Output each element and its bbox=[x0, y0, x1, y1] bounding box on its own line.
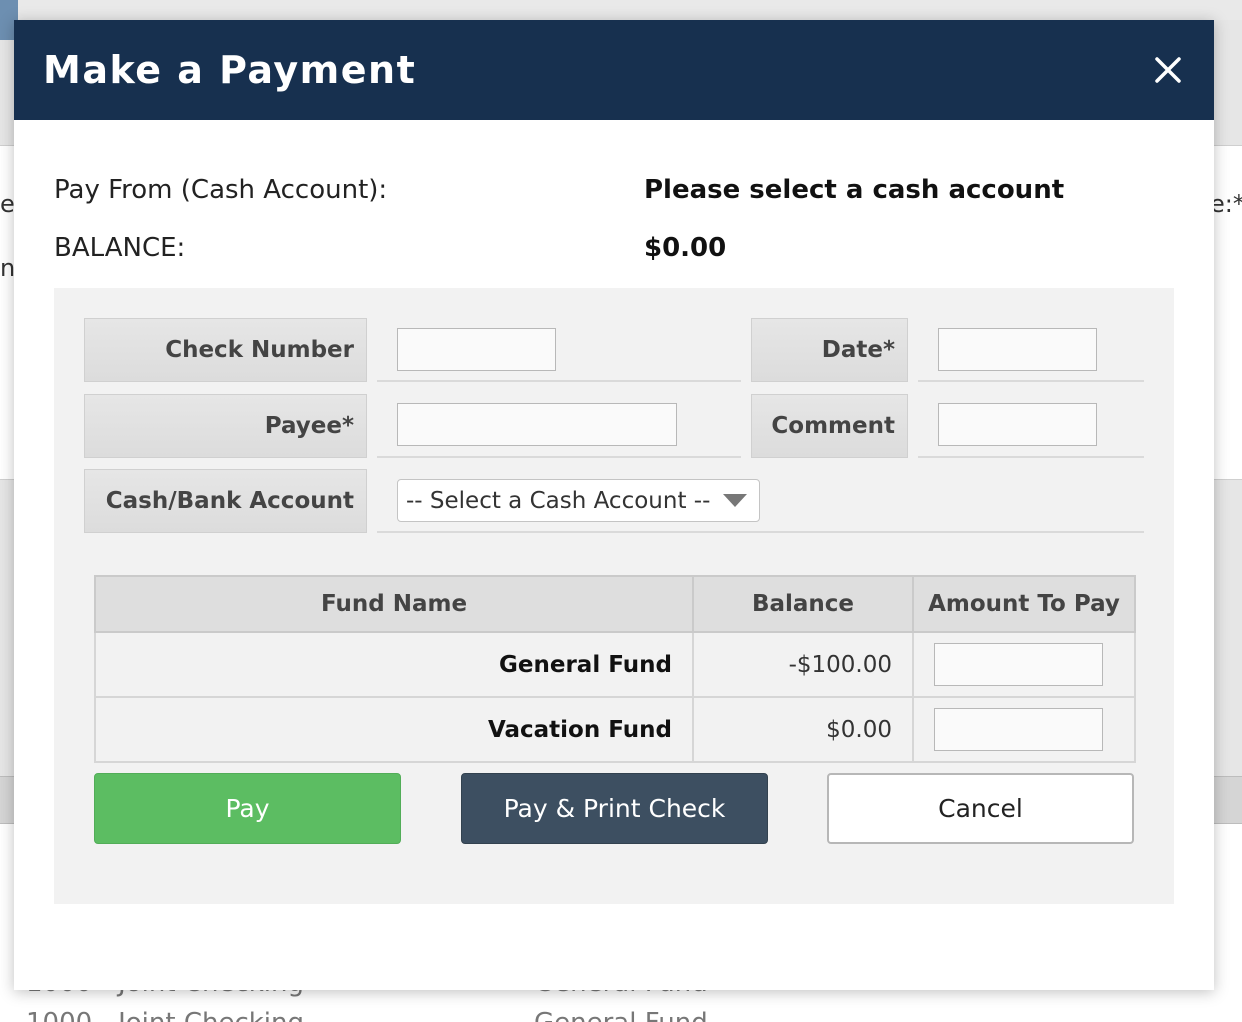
column-header-fund-name: Fund Name bbox=[94, 575, 694, 633]
chevron-down-icon bbox=[723, 494, 747, 507]
date-cell bbox=[918, 318, 1144, 382]
table-header-row: Fund Name Balance Amount To Pay bbox=[94, 575, 1136, 633]
cash-account-select[interactable]: -- Select a Cash Account -- bbox=[397, 479, 760, 522]
fund-name-cell: Vacation Fund bbox=[94, 696, 694, 763]
make-payment-dialog: Make a Payment Pay From (Cash Account): … bbox=[14, 20, 1214, 990]
dialog-header: Make a Payment bbox=[14, 20, 1214, 120]
column-header-amount-to-pay: Amount To Pay bbox=[912, 575, 1136, 633]
amount-to-pay-input[interactable] bbox=[934, 643, 1103, 686]
comment-input[interactable] bbox=[938, 403, 1097, 446]
check-number-label: Check Number bbox=[84, 318, 367, 382]
balance-label: BALANCE: bbox=[54, 233, 186, 263]
check-number-cell bbox=[377, 318, 741, 382]
balance-value: $0.00 bbox=[644, 233, 727, 263]
payment-form-panel: Check Number Date* Payee* Comment Cash/B… bbox=[54, 288, 1174, 904]
table-row: Vacation Fund $0.00 bbox=[94, 696, 1136, 763]
fund-balance-cell: $0.00 bbox=[692, 696, 914, 763]
cash-account-label: Cash/Bank Account bbox=[84, 469, 367, 533]
fund-table: Fund Name Balance Amount To Pay General … bbox=[94, 575, 1136, 763]
amount-to-pay-input[interactable] bbox=[934, 708, 1103, 751]
dialog-title: Make a Payment bbox=[43, 48, 417, 92]
background-label-fragment: e:* bbox=[1210, 190, 1242, 218]
comment-cell bbox=[918, 394, 1144, 458]
background-top-strip bbox=[0, 0, 1242, 20]
cancel-button[interactable]: Cancel bbox=[827, 773, 1134, 844]
background-row-account: 1000 - Joint Checking bbox=[26, 1008, 304, 1022]
pay-from-value: Please select a cash account bbox=[644, 175, 1065, 205]
pay-from-label: Pay From (Cash Account): bbox=[54, 175, 388, 205]
fund-balance-cell: -$100.00 bbox=[692, 631, 914, 698]
close-icon bbox=[1155, 57, 1181, 83]
date-input[interactable] bbox=[938, 328, 1097, 371]
close-button[interactable] bbox=[1148, 50, 1188, 90]
comment-label: Comment bbox=[751, 394, 908, 458]
check-number-input[interactable] bbox=[397, 328, 556, 371]
cash-account-cell: -- Select a Cash Account -- bbox=[377, 469, 1144, 533]
amount-to-pay-cell bbox=[912, 696, 1136, 763]
background-label-fragment: e bbox=[0, 190, 15, 218]
fund-name-cell: General Fund bbox=[94, 631, 694, 698]
cash-account-selected-value: -- Select a Cash Account -- bbox=[406, 487, 711, 514]
background-row-fund: General Fund bbox=[534, 1008, 708, 1022]
amount-to-pay-cell bbox=[912, 631, 1136, 698]
pay-and-print-check-button[interactable]: Pay & Print Check bbox=[461, 773, 768, 844]
date-label: Date* bbox=[751, 318, 908, 382]
column-header-balance: Balance bbox=[692, 575, 914, 633]
payee-input[interactable] bbox=[397, 403, 677, 446]
payee-label: Payee* bbox=[84, 394, 367, 458]
background-label-fragment: n bbox=[0, 254, 16, 282]
table-row: General Fund -$100.00 bbox=[94, 631, 1136, 698]
pay-button[interactable]: Pay bbox=[94, 773, 401, 844]
payee-cell bbox=[377, 394, 741, 458]
